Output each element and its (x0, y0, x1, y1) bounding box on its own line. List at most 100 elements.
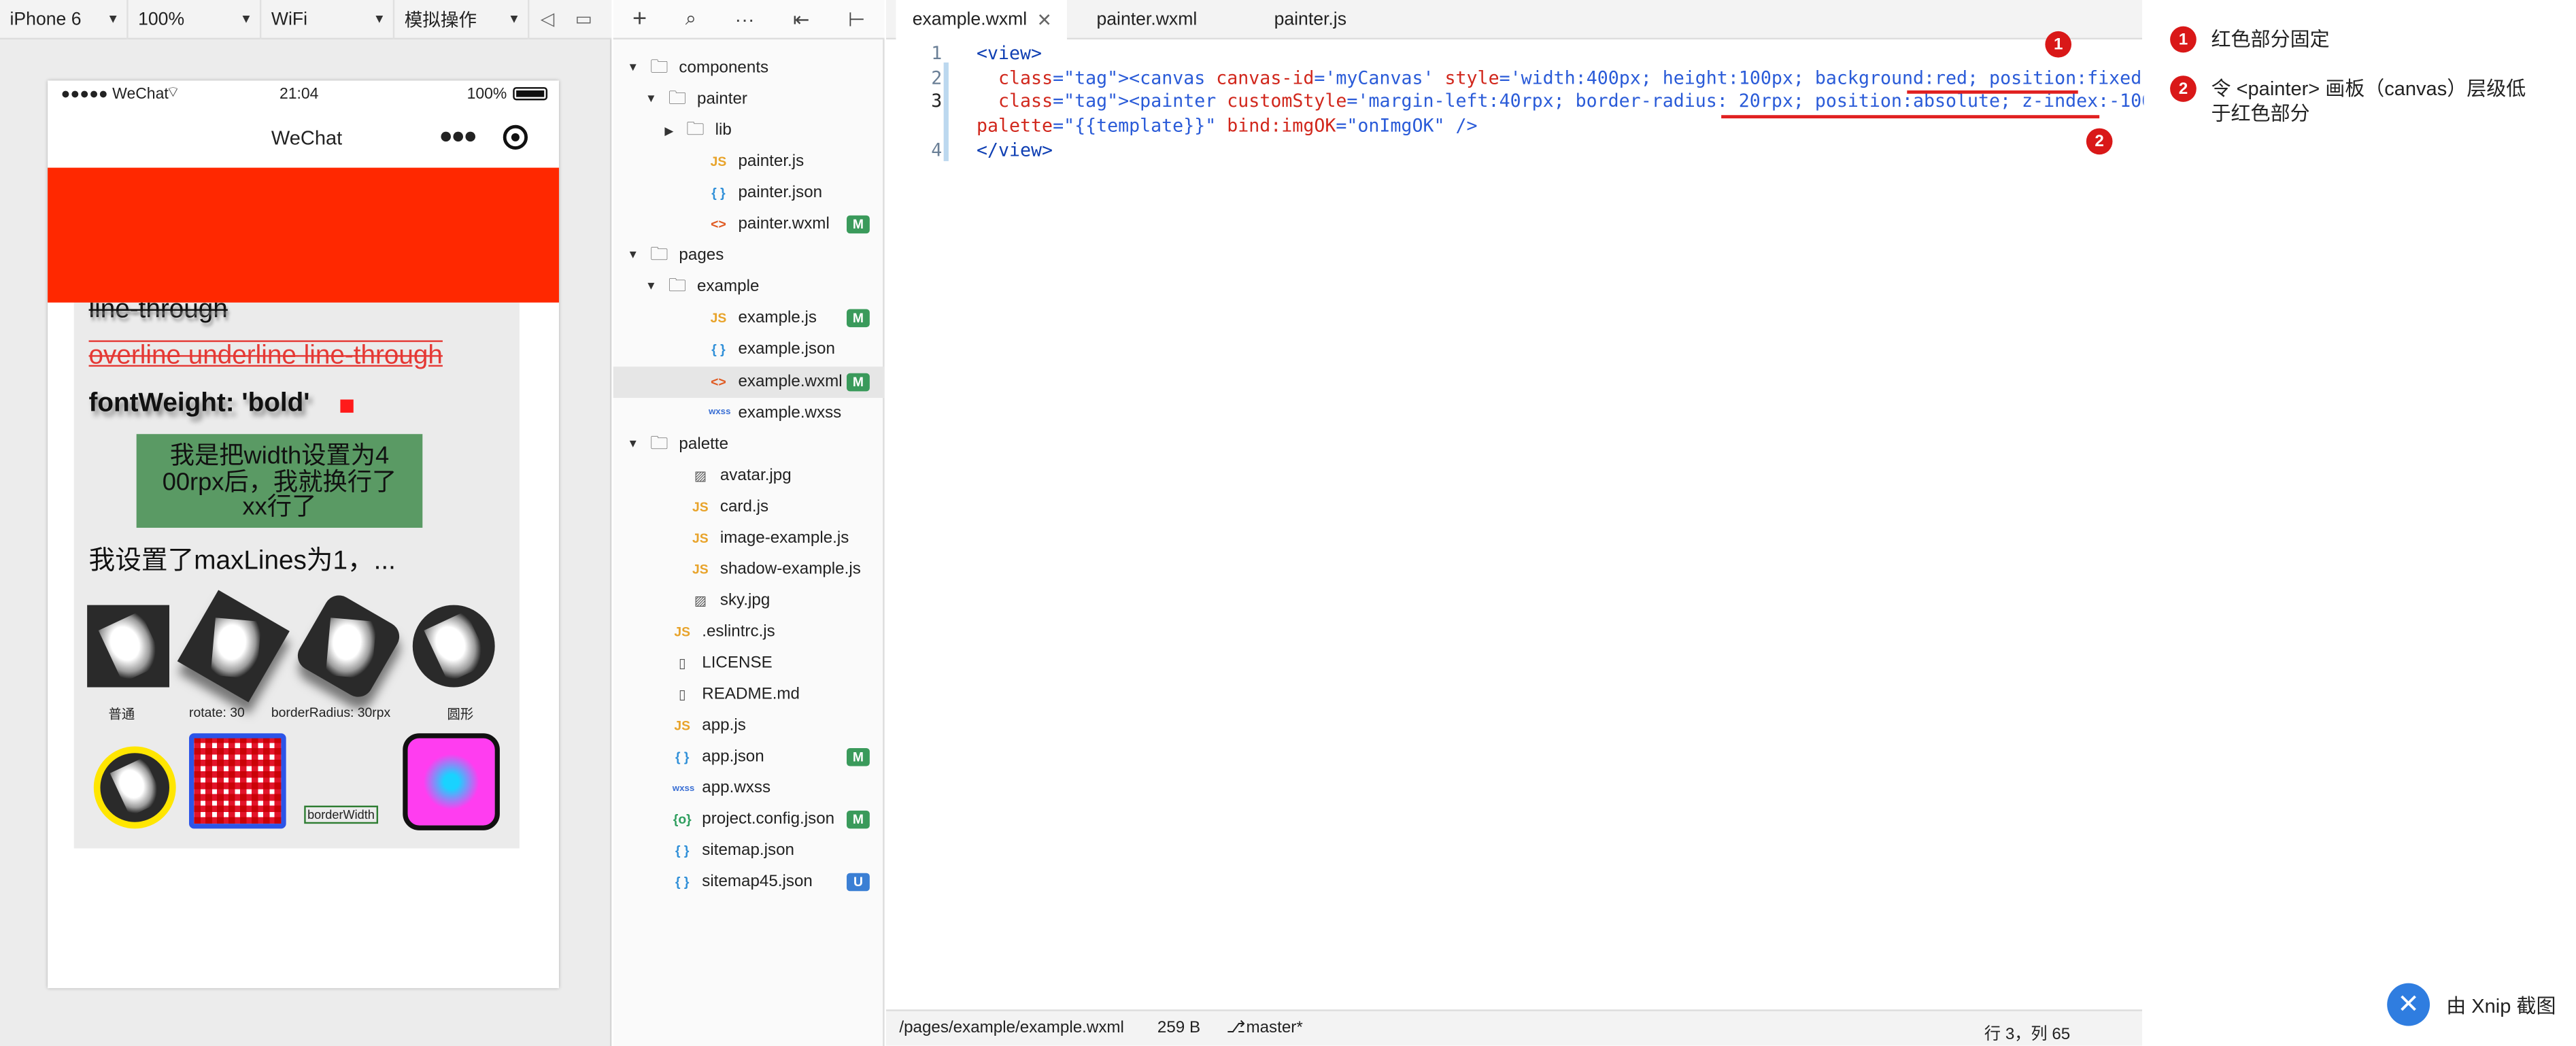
chevron-right-icon[interactable]: ▶ (662, 124, 675, 137)
tree-item-painter[interactable]: ▼ 🗀 painter (613, 84, 885, 115)
tab-label: example.wxml (912, 10, 1028, 30)
tree-item-avatar-jpg[interactable]: ▨ avatar.jpg (613, 460, 885, 491)
tree-item-sitemap45-json[interactable]: { } sitemap45.json U (613, 867, 885, 898)
js-file-icon: JS (710, 154, 727, 170)
tree-item-painter-json[interactable]: { } painter.json (613, 178, 885, 209)
image-normal (87, 605, 170, 688)
tree-item-palette[interactable]: ▼ 🗀 palette (613, 428, 885, 460)
search-icon[interactable]: ⌕ (685, 7, 696, 31)
window-icon[interactable]: ▭ (566, 0, 602, 39)
tree-item-app-js[interactable]: JS app.js (613, 710, 885, 741)
gradient-box (403, 733, 500, 830)
json-file-icon: { } (675, 843, 690, 859)
chevron-down-icon[interactable]: ▼ (645, 94, 658, 105)
tree-item-components[interactable]: ▼ 🗀 components (613, 52, 885, 84)
tree-item-painter-wxml[interactable]: <> painter.wxml M (613, 209, 885, 241)
tree-item-label: example (697, 278, 760, 297)
tree-item-lib[interactable]: ▶ 🗀 lib (613, 115, 885, 146)
network-select[interactable]: WiFi ▾ (261, 0, 395, 39)
tree-toolbar: + ⌕ ··· ⇤ ⊢ (613, 0, 885, 40)
zoom-value: 100% (138, 9, 185, 29)
js-file-icon: JS (674, 718, 691, 734)
xnip-watermark: ✕ 由 Xnip 截图 (2387, 983, 2556, 1026)
add-icon[interactable]: + (632, 5, 647, 33)
tree-item-example-js[interactable]: JS example.js M (613, 303, 885, 335)
code-line-2: class="tag"><canvas canvas-id='myCanvas'… (998, 67, 2186, 89)
chevron-down-icon[interactable]: ▼ (626, 438, 639, 450)
json-file-icon: { } (675, 875, 690, 890)
folder-file-icon: 🗀 (668, 88, 687, 109)
tree-item-shadow-example-js[interactable]: JS shadow-example.js (613, 554, 885, 585)
tree-item-project-config-json[interactable]: {o} project.config.json M (613, 805, 885, 836)
more-icon[interactable]: ··· (735, 7, 755, 31)
code-editor[interactable]: 1 2 3 4 <view> class="tag"><canvas canva… (886, 39, 2185, 1010)
image-circle (412, 605, 495, 688)
tree-item-example[interactable]: ▼ 🗀 example (613, 272, 885, 303)
folder-file-icon: 🗀 (668, 276, 687, 297)
tree-item-license[interactable]: ▯ LICENSE (613, 647, 885, 679)
tree-item-image-example-js[interactable]: JS image-example.js (613, 522, 885, 554)
tree-item-label: painter.json (738, 184, 823, 203)
tree-item-card-js[interactable]: JS card.js (613, 491, 885, 522)
file-path: /pages/example/example.wxml (899, 1019, 1124, 1038)
config-file-icon: {o} (673, 812, 692, 828)
tree-item-readme-md[interactable]: ▯ README.md (613, 679, 885, 710)
tree-item-example-wxss[interactable]: wxss example.wxss (613, 397, 885, 428)
tree-item-painter-js[interactable]: JS painter.js (613, 146, 885, 178)
tree-item-app-json[interactable]: { } app.json M (613, 742, 885, 773)
zoom-select[interactable]: 100% ▾ (129, 0, 262, 39)
git-status-badge: M (847, 748, 870, 766)
fixed-red-canvas (48, 167, 559, 303)
tab-painter-js[interactable]: painter.js (1257, 0, 1363, 39)
json-file-icon: { } (675, 749, 690, 765)
js-file-icon: JS (692, 530, 709, 546)
tree-item-label: sitemap.json (702, 842, 794, 860)
more-icon[interactable]: ●●● (439, 122, 477, 148)
volume-icon[interactable]: ◁ (529, 0, 565, 39)
folder-file-icon: 🗀 (650, 433, 668, 454)
image-rotated (177, 590, 290, 703)
green-line: xx行了 (242, 493, 317, 522)
maxlines-text: 我设置了maxLines为1，... (88, 547, 396, 576)
editor-tab-bar: example.wxml ✕ painter.wxml painter.js (886, 0, 2143, 40)
wechat-nav-bar: WeChat ●●● (48, 107, 559, 167)
tree-item-label: palette (679, 435, 729, 454)
underline-absolute (1721, 115, 2100, 118)
fontweight-text: fontWeight: 'bold' (88, 389, 310, 418)
close-capsule-icon[interactable] (503, 124, 528, 150)
tree-item-label: sitemap45.json (702, 873, 813, 892)
image-rounded (292, 590, 405, 703)
tab-example-wxml[interactable]: example.wxml ✕ (896, 0, 1067, 40)
file-tree: ▼ 🗀 components ▼ 🗀 painter ▶ 🗀 lib JS painter.js { … (613, 39, 885, 1046)
qr-code (189, 733, 286, 829)
time-label: 21:04 (279, 85, 319, 104)
outdent-icon[interactable]: ⇤ (793, 7, 809, 31)
line-number: 4 (931, 139, 943, 161)
tree-item-example-wxml[interactable]: <> example.wxml M (613, 365, 885, 397)
tree-item-sitemap-json[interactable]: { } sitemap.json (613, 836, 885, 867)
tree-item-app-wxss[interactable]: wxss app.wxss (613, 773, 885, 805)
tree-item-example-json[interactable]: { } example.json (613, 335, 885, 366)
device-select[interactable]: iPhone 6 ▾ (0, 0, 129, 39)
chevron-down-icon: ▾ (375, 10, 384, 27)
close-icon[interactable]: ✕ (1037, 9, 1052, 31)
mode-select[interactable]: 模拟操作 ▾ (394, 0, 530, 39)
tree-item-label: painter.js (738, 153, 804, 171)
branch-icon: ⎇ (1226, 1019, 1246, 1038)
tree-item-pages[interactable]: ▼ 🗀 pages (613, 241, 885, 272)
tree-item-label: app.json (702, 748, 764, 766)
wxss-file-icon: wxss (708, 407, 731, 418)
tab-painter-wxml[interactable]: painter.wxml (1080, 0, 1213, 39)
chevron-down-icon[interactable]: ▼ (626, 63, 639, 74)
tree-item-label: sky.jpg (719, 591, 770, 610)
battery-label: 100% (467, 85, 507, 104)
chevron-down-icon[interactable]: ▼ (626, 250, 639, 262)
mode-value: 模拟操作 (404, 10, 477, 31)
collapse-icon[interactable]: ⊢ (848, 7, 865, 31)
tree-item-label: LICENSE (702, 654, 773, 673)
tree-item-sky-jpg[interactable]: ▨ sky.jpg (613, 585, 885, 616)
code-line-4: </view> (976, 139, 1053, 161)
chevron-down-icon[interactable]: ▼ (645, 282, 658, 293)
branch-label[interactable]: master* (1246, 1019, 1302, 1038)
tree-item--eslintrc-js[interactable]: JS .eslintrc.js (613, 616, 885, 647)
